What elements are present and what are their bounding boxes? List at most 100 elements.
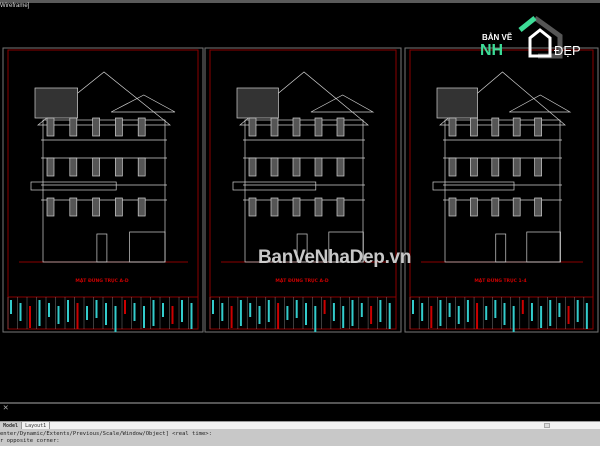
divider	[0, 402, 600, 404]
sheet-title: MẶT ĐỨNG TRỤC A-D	[275, 277, 329, 284]
title-block-text	[67, 300, 69, 322]
window	[270, 197, 279, 217]
title-block-text	[152, 300, 155, 326]
title-block-text	[521, 300, 524, 314]
title-block-text	[342, 306, 345, 328]
window	[46, 117, 55, 137]
sheet-2: MẶT ĐỨNG TRỤC A-D	[204, 47, 402, 333]
window	[292, 197, 301, 217]
title-block-text	[448, 303, 451, 317]
title-block-text	[124, 300, 126, 314]
title-block-text	[567, 306, 570, 324]
window	[92, 117, 100, 137]
window	[448, 157, 457, 177]
title-block-text	[277, 303, 280, 329]
window	[534, 157, 542, 177]
building-elevation	[432, 71, 572, 263]
window	[46, 157, 55, 177]
facade	[444, 119, 561, 263]
title-block-text	[323, 300, 326, 314]
window	[534, 117, 542, 137]
sheet-1: MẶT ĐỨNG TRỤC A-D	[2, 47, 204, 333]
command-history-2: r opposite corner:	[0, 438, 60, 444]
title-block-text	[48, 303, 50, 317]
title-block-text	[114, 306, 117, 332]
title-block-text	[540, 306, 543, 328]
title-block-text	[576, 300, 579, 322]
title-block-text	[421, 303, 424, 321]
viewport-label[interactable]: Wireframe]	[0, 3, 29, 9]
window	[336, 117, 345, 137]
window	[46, 197, 55, 217]
title-block-text	[332, 303, 335, 321]
title-block-text	[295, 300, 298, 318]
window	[69, 197, 78, 217]
title-block-text	[19, 303, 22, 321]
title-block-text	[305, 303, 307, 325]
title-block-text	[388, 303, 391, 329]
window	[92, 197, 100, 217]
title-block-text	[286, 306, 289, 320]
title-block-text	[57, 306, 60, 324]
roof-tiles	[34, 87, 78, 119]
window	[292, 117, 301, 137]
window	[491, 157, 500, 177]
facade	[244, 119, 364, 263]
title-block-text	[530, 303, 533, 321]
window	[248, 197, 257, 217]
balcony	[30, 181, 117, 191]
window	[137, 117, 146, 137]
window	[137, 197, 146, 217]
window	[512, 117, 521, 137]
title-block-text	[133, 303, 136, 321]
drawing-canvas[interactable]: MẶT ĐỨNG TRỤC A-D MẶT ĐỨNG TRỤC A-D MẶT ĐỨ…	[0, 3, 600, 403]
logo-text-left: NH	[480, 42, 503, 59]
building-elevation	[30, 71, 176, 263]
status-bar	[0, 446, 600, 450]
sheet-title: MẶT ĐỨNG TRỤC 1-4	[474, 277, 526, 284]
roof-tiles	[236, 87, 279, 119]
title-block-text	[76, 303, 79, 329]
title-block-text	[503, 303, 506, 325]
logo-text-right: ĐẸP	[554, 43, 581, 58]
window	[491, 197, 500, 217]
window	[270, 157, 279, 177]
window	[248, 117, 257, 137]
title-block-text	[171, 306, 174, 324]
window	[448, 117, 457, 137]
title-block-text	[162, 303, 164, 317]
balcony	[232, 181, 317, 191]
title-block-text	[143, 306, 145, 328]
window	[448, 197, 457, 217]
title-block-text	[38, 300, 41, 326]
entrance-door	[495, 233, 507, 263]
title-block-text	[457, 306, 460, 324]
title-block-text	[585, 303, 588, 329]
window	[137, 157, 146, 177]
building-elevation	[232, 71, 375, 263]
window	[115, 197, 123, 217]
logo: BẢN VẼ NH ĐẸP	[480, 15, 581, 59]
sheet-3: MẶT ĐỨNG TRỤC 1-4	[404, 47, 599, 333]
window	[92, 157, 100, 177]
window	[314, 157, 323, 177]
title-block-text	[314, 306, 317, 332]
logo-text-top: BẢN VẼ	[482, 33, 513, 42]
horizontal-scrollbar[interactable]	[544, 423, 550, 428]
title-block-text	[267, 300, 270, 322]
window	[69, 117, 78, 137]
title-block-text	[239, 300, 242, 326]
window	[270, 117, 279, 137]
window	[115, 117, 123, 137]
title-block-text	[549, 300, 552, 326]
window	[115, 157, 123, 177]
window	[470, 117, 478, 137]
title-block-text	[360, 303, 363, 317]
title-block-text	[485, 306, 488, 320]
facade	[42, 119, 166, 263]
command-line[interactable]: enter/Dynamic/Extents/Previous/Scale/Win…	[0, 429, 600, 446]
roof-tiles	[436, 87, 478, 119]
window	[512, 197, 521, 217]
sheet-title: MẶT ĐỨNG TRỤC A-D	[75, 277, 129, 284]
title-block-text	[95, 300, 98, 318]
